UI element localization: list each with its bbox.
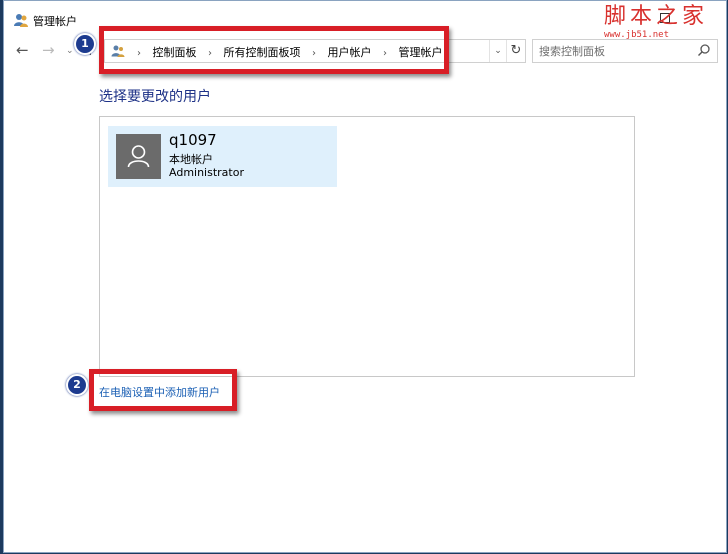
back-button[interactable]: ← (16, 41, 29, 59)
search-box[interactable] (532, 39, 718, 63)
breadcrumb-separator: › (208, 48, 212, 59)
user-name: q1097 (169, 131, 217, 149)
breadcrumb-separator: › (383, 48, 387, 59)
user-role: Administrator (169, 166, 244, 179)
breadcrumb-user-accounts[interactable]: 用户帐户 (328, 46, 372, 59)
breadcrumb-control-panel[interactable]: 控制面板 (153, 46, 197, 59)
control-panel-window: 管理帐户 脚本之家 www.jb51.net ← → ⌄ ↑ › 控制面板 › … (3, 0, 727, 553)
search-icon[interactable] (697, 43, 711, 57)
watermark: 脚本之家 www.jb51.net (604, 4, 724, 41)
user-avatar-icon (127, 145, 150, 168)
user-accounts-icon (14, 14, 28, 27)
forward-button[interactable]: → (42, 41, 55, 59)
user-account-type: 本地帐户 (169, 153, 213, 166)
refresh-button[interactable]: ↻ (506, 40, 525, 62)
address-bar[interactable]: › 控制面板 › 所有控制面板项 › 用户帐户 › 管理帐户 ⌄ ↻ (104, 39, 526, 63)
title-bar: 管理帐户 脚本之家 www.jb51.net (4, 1, 726, 40)
control-panel-icon (111, 45, 125, 57)
breadcrumb-manage-accounts[interactable]: 管理帐户 (399, 46, 443, 59)
user-tile[interactable]: q1097 本地帐户 Administrator (108, 126, 337, 187)
breadcrumb-all-items[interactable]: 所有控制面板项 (224, 46, 301, 59)
watermark-text: 脚本之家 (604, 4, 709, 29)
breadcrumb-separator: › (312, 48, 316, 59)
annotation-marker-2: 2 (66, 374, 88, 396)
add-new-user-link[interactable]: 在电脑设置中添加新用户 (99, 384, 220, 400)
breadcrumb: › 控制面板 › 所有控制面板项 › 用户帐户 › 管理帐户 (129, 44, 443, 60)
recent-locations-button[interactable]: ⌄ (66, 46, 74, 56)
page-title: 选择要更改的用户 (99, 89, 211, 105)
user-list: q1097 本地帐户 Administrator (99, 116, 635, 377)
breadcrumb-separator: › (137, 48, 141, 59)
window-title: 管理帐户 (33, 15, 77, 28)
annotation-marker-1: 1 (74, 33, 96, 55)
address-dropdown-button[interactable]: ⌄ (489, 40, 506, 62)
avatar (116, 134, 161, 179)
search-input[interactable] (539, 43, 689, 59)
